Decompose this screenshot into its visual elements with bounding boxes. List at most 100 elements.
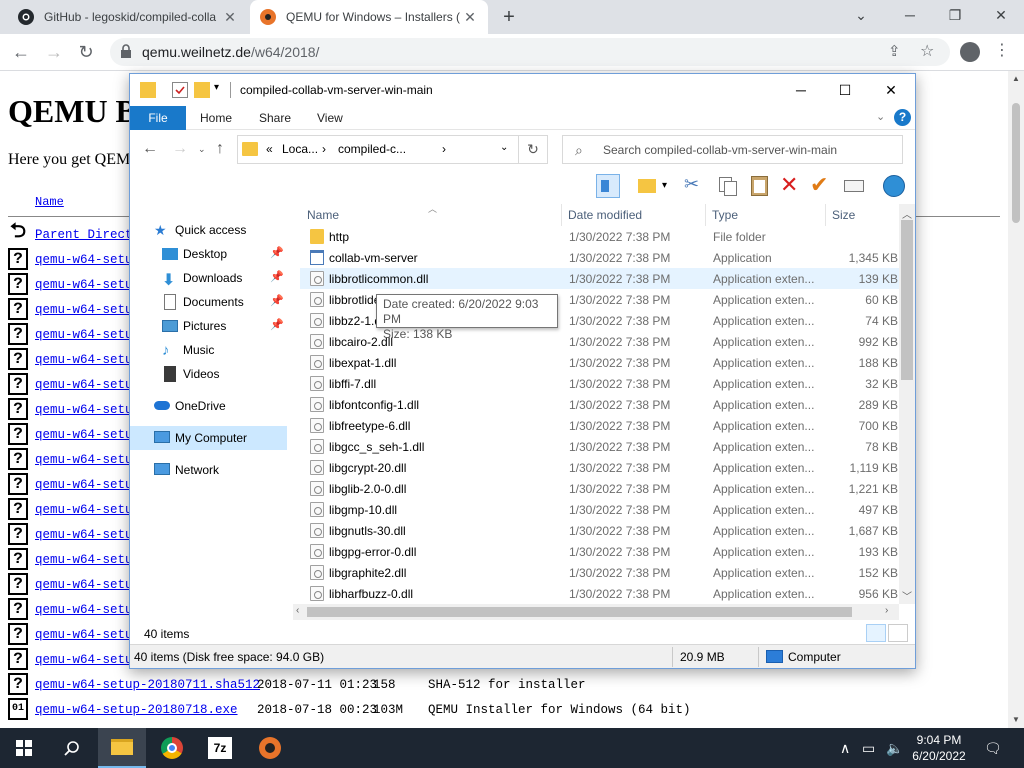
file-row[interactable]: libgmp-10.dll 1/30/2022 7:38 PM Applicatio…: [300, 499, 900, 520]
tab-close-icon[interactable]: ✕: [222, 9, 238, 25]
file-row[interactable]: collab-vm-server 1/30/2022 7:38 PM Applica…: [300, 247, 900, 268]
file-link[interactable]: qemu-w64-setu: [35, 603, 133, 617]
file-link[interactable]: qemu-w64-setu: [35, 278, 133, 292]
search-button[interactable]: [48, 728, 96, 768]
scroll-thumb[interactable]: [901, 220, 913, 380]
taskbar-chrome[interactable]: [148, 728, 196, 768]
file-link[interactable]: qemu-w64-setu: [35, 303, 133, 317]
file-row[interactable]: libfontconfig-1.dll 1/30/2022 7:38 PM Appl…: [300, 394, 900, 415]
menu-kebab-icon[interactable]: ⋮: [994, 40, 1010, 60]
notifications-icon[interactable]: 🗨: [984, 740, 1002, 757]
pin-icon[interactable]: 📌: [270, 294, 284, 307]
start-button[interactable]: [0, 728, 48, 768]
file-row[interactable]: libbrotlicommon.dll 1/30/2022 7:38 PM Appl…: [300, 268, 900, 289]
column-header-name-link[interactable]: Name: [35, 195, 64, 209]
file-row[interactable]: http 1/30/2022 7:38 PM File folder: [300, 226, 900, 247]
maximize-button[interactable]: ❐: [940, 4, 970, 26]
nav-videos[interactable]: Videos: [130, 362, 287, 386]
explorer-address-bar[interactable]: « Loca... › compiled-c... › ⌄: [237, 135, 519, 164]
pin-icon[interactable]: 📌: [270, 318, 284, 331]
file-link[interactable]: qemu-w64-setu: [35, 328, 133, 342]
file-row[interactable]: libharfbuzz-0.dll 1/30/2022 7:38 PM Applic…: [300, 583, 900, 604]
pin-icon[interactable]: 📌: [270, 246, 284, 259]
new-tab-button[interactable]: +: [498, 6, 520, 29]
ribbon-tab-file[interactable]: File: [130, 106, 186, 130]
reload-button[interactable]: ↻: [74, 40, 98, 64]
scroll-down-icon[interactable]: ﹀: [902, 588, 912, 603]
column-separator[interactable]: [705, 204, 706, 226]
recent-locations-icon[interactable]: ⌄: [198, 144, 206, 155]
nav-downloads[interactable]: ⬇ Downloads 📌: [130, 266, 287, 290]
scroll-up-icon[interactable]: ︿: [902, 206, 912, 221]
rename-checkmark-icon[interactable]: ✔: [810, 174, 834, 198]
large-icons-view-button[interactable]: [888, 624, 908, 642]
details-view-button[interactable]: [866, 624, 886, 642]
nav-onedrive[interactable]: OneDrive: [130, 394, 287, 418]
address-bar[interactable]: qemu.weilnetz.de/w64/2018/ ⇪ ☆: [110, 38, 950, 66]
dropdown-icon[interactable]: ▾: [662, 180, 674, 204]
file-row[interactable]: libexpat-1.dll 1/30/2022 7:38 PM Applicati…: [300, 352, 900, 373]
scroll-thumb[interactable]: [1012, 103, 1020, 223]
scroll-right-icon[interactable]: ›: [885, 605, 888, 616]
file-link[interactable]: qemu-w64-setu: [35, 353, 133, 367]
scroll-down-icon[interactable]: ▼: [1012, 715, 1020, 724]
network-tray-icon[interactable]: ▭: [862, 740, 875, 757]
search-box[interactable]: ⌕ Search compiled-collab-vm-server-win-m…: [562, 135, 903, 164]
properties-icon[interactable]: [172, 82, 188, 98]
new-folder-icon[interactable]: [636, 174, 660, 198]
breadcrumb-segment[interactable]: compiled-c...: [338, 142, 406, 156]
nav-quick-access[interactable]: ★ Quick access: [130, 218, 287, 242]
nav-my-computer[interactable]: My Computer: [130, 426, 287, 450]
file-row[interactable]: libgcc_s_seh-1.dll 1/30/2022 7:38 PM Appli…: [300, 436, 900, 457]
system-clock[interactable]: 9:04 PM 6/20/2022: [908, 732, 970, 764]
tab-qemu[interactable]: QEMU for Windows – Installers ( ✕: [250, 0, 488, 34]
cut-icon[interactable]: ✂: [684, 174, 708, 198]
tab-close-icon[interactable]: ✕: [462, 9, 478, 25]
minimize-button[interactable]: ─: [778, 74, 824, 106]
taskbar-qemu[interactable]: [246, 728, 294, 768]
file-row[interactable]: libffi-7.dll 1/30/2022 7:38 PM Application…: [300, 373, 900, 394]
expand-ribbon-icon[interactable]: ⌄: [876, 110, 885, 123]
taskbar-file-explorer[interactable]: [98, 728, 146, 768]
address-overflow[interactable]: «: [266, 142, 273, 156]
file-link[interactable]: qemu-w64-setu: [35, 628, 133, 642]
file-link[interactable]: qemu-w64-setup-20180711.sha512: [35, 678, 260, 692]
close-button[interactable]: ✕: [986, 4, 1016, 26]
scroll-left-icon[interactable]: ‹: [296, 605, 299, 616]
file-link[interactable]: qemu-w64-setu: [35, 403, 133, 417]
profile-avatar-icon[interactable]: [960, 42, 980, 62]
file-row[interactable]: libfreetype-6.dll 1/30/2022 7:38 PM Applic…: [300, 415, 900, 436]
help-icon[interactable]: ?: [894, 109, 911, 126]
file-link[interactable]: qemu-w64-setu: [35, 453, 133, 467]
file-link[interactable]: qemu-w64-setu: [35, 578, 133, 592]
taskbar-7zip[interactable]: 7z: [196, 728, 244, 768]
nav-desktop[interactable]: Desktop 📌: [130, 242, 287, 266]
preview-pane-icon[interactable]: [596, 174, 620, 198]
breadcrumb-segment[interactable]: Loca...: [282, 142, 318, 156]
minimize-button[interactable]: ─: [895, 4, 925, 26]
file-row[interactable]: libglib-2.0-0.dll 1/30/2022 7:38 PM Applic…: [300, 478, 900, 499]
file-list-vertical-scrollbar[interactable]: ︿ ﹀: [899, 204, 915, 604]
properties-icon[interactable]: [842, 174, 866, 198]
file-link[interactable]: qemu-w64-setu: [35, 553, 133, 567]
paste-icon[interactable]: [748, 174, 772, 198]
forward-button[interactable]: →: [42, 40, 66, 64]
file-link[interactable]: qemu-w64-setup-20180718.exe: [35, 703, 238, 717]
volume-icon[interactable]: 🔈: [886, 740, 903, 757]
nav-music[interactable]: ♪ Music: [130, 338, 287, 362]
address-dropdown-icon[interactable]: ⌄: [500, 142, 508, 153]
column-separator[interactable]: [561, 204, 562, 226]
back-button[interactable]: ←: [9, 40, 33, 64]
new-folder-icon[interactable]: [194, 82, 210, 98]
file-link[interactable]: qemu-w64-setu: [35, 478, 133, 492]
chrome-dropdown-icon[interactable]: ⌄: [846, 4, 876, 26]
file-row[interactable]: libgraphite2.dll 1/30/2022 7:38 PM Applica…: [300, 562, 900, 583]
file-row[interactable]: libgnutls-30.dll 1/30/2022 7:38 PM Applica…: [300, 520, 900, 541]
copy-icon[interactable]: [716, 174, 740, 198]
file-link[interactable]: qemu-w64-setu: [35, 428, 133, 442]
scroll-up-icon[interactable]: ▲: [1012, 74, 1020, 83]
file-link[interactable]: qemu-w64-setu: [35, 503, 133, 517]
page-scrollbar[interactable]: ▲ ▼: [1008, 71, 1024, 729]
tray-overflow-icon[interactable]: ∧: [840, 740, 850, 757]
customize-dropdown-icon[interactable]: ▾: [214, 82, 230, 98]
